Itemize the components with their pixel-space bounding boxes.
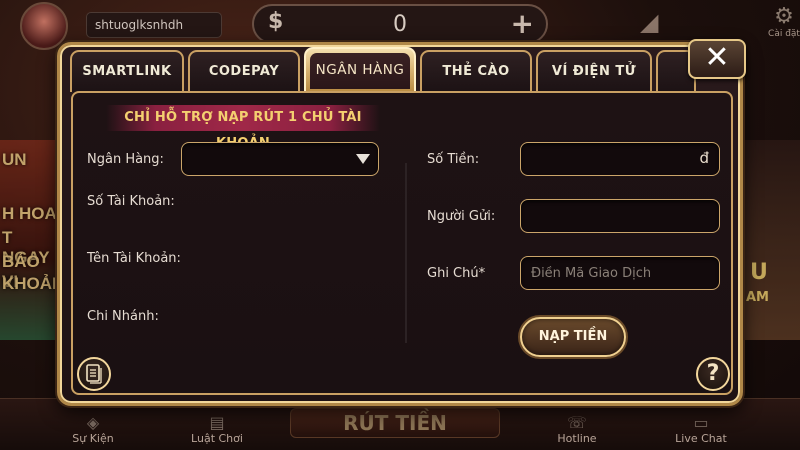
amount-field[interactable]: đ [520,142,720,176]
banner-text: AM [746,290,769,305]
tab-label: NGÂN HÀNG [310,53,410,89]
currency-suffix: đ [699,149,709,167]
phone-icon: ☏ [566,413,587,432]
chevron-down-icon [356,154,370,164]
nav-events[interactable]: ◈ Sự Kiện [48,413,138,445]
tab-label: CODEPAY [208,64,280,79]
avatar[interactable] [20,2,68,50]
chat-icon: ▭ [693,413,709,432]
balance-value: 0 [393,12,407,37]
balance-bar: $ 0 + [252,4,548,44]
tab-label: THẺ CÀO [442,64,510,79]
amount-label: Số Tiền: [427,152,480,167]
banner-text: H HOA [2,204,57,223]
help-button[interactable]: ? [696,357,730,391]
deposit-dialog: SMARTLINK CODEPAY NGÂN HÀNG THẺ CÀO VÍ Đ… [57,39,746,406]
bank-select[interactable] [181,142,379,176]
tab-scratch-card[interactable]: THẺ CÀO [420,50,532,92]
left-promo-banner[interactable]: UN H HOA T NGAY BẢO VI KHOẢN [0,140,64,340]
close-button[interactable]: ✕ [688,39,746,79]
bank-deposit-panel: CHỈ HỖ TRỢ NẠP RÚT 1 CHỦ TÀI KHOẢN Ngân … [71,91,733,395]
sender-input[interactable] [521,200,719,232]
tab-label: VÍ ĐIỆN TỬ [551,64,637,79]
banner-text: UN [2,150,27,169]
sender-field[interactable] [520,199,720,233]
right-promo-banner[interactable]: U AM [742,140,800,340]
note-label: Ghi Chú* [427,266,486,281]
nav-live-chat[interactable]: ▭ Live Chat [656,413,746,445]
bank-label: Ngân Hàng: [87,152,164,167]
branch-label: Chi Nhánh: [87,309,159,324]
nav-rules[interactable]: ▤ Luật Chơi [172,413,262,445]
rules-icon: ▤ [209,413,225,432]
account-name-label: Tên Tài Khoản: [87,251,181,266]
settings-label: Cài đặt [768,29,800,39]
notice-banner: CHỈ HỖ TRỢ NẠP RÚT 1 CHỦ TÀI KHOẢN [106,105,380,151]
payment-tabs: SMARTLINK CODEPAY NGÂN HÀNG THẺ CÀO VÍ Đ… [66,47,696,93]
note-input[interactable] [521,257,719,289]
amount-input[interactable] [521,143,719,175]
tab-e-wallet[interactable]: VÍ ĐIỆN TỬ [536,50,652,92]
deposit-button[interactable]: NẠP TIỀN [520,317,626,357]
account-number-label: Số Tài Khoản: [87,194,175,209]
document-icon [86,364,102,384]
tab-bank[interactable]: NGÂN HÀNG [304,47,416,93]
bank-select-value[interactable] [182,143,378,175]
column-divider [405,163,407,343]
settings-button[interactable]: ⚙ Cài đặt [768,4,800,50]
nav-label: Luật Chơi [191,432,243,445]
nav-label: Sự Kiện [72,432,114,445]
withdraw-button[interactable]: RÚT TIỀN [290,408,500,438]
gear-icon: ⚙ [774,4,794,29]
username-field: shtuoglksnhdh [86,12,222,38]
nav-label: Hotline [557,432,597,445]
banner-text: U [750,260,768,285]
nav-hotline[interactable]: ☏ Hotline [532,413,622,445]
sender-label: Người Gửi: [427,209,496,224]
nav-label: Live Chat [675,432,727,445]
tab-label: SMARTLINK [82,64,172,79]
notification-icon[interactable]: ◢ [640,8,670,38]
history-button[interactable] [77,357,111,391]
tab-codepay[interactable]: CODEPAY [188,50,300,92]
events-icon: ◈ [86,413,100,432]
banner-text: KHOẢN [2,274,65,293]
note-field[interactable] [520,256,720,290]
add-balance-button[interactable]: + [511,7,534,40]
tab-smartlink[interactable]: SMARTLINK [70,50,184,92]
